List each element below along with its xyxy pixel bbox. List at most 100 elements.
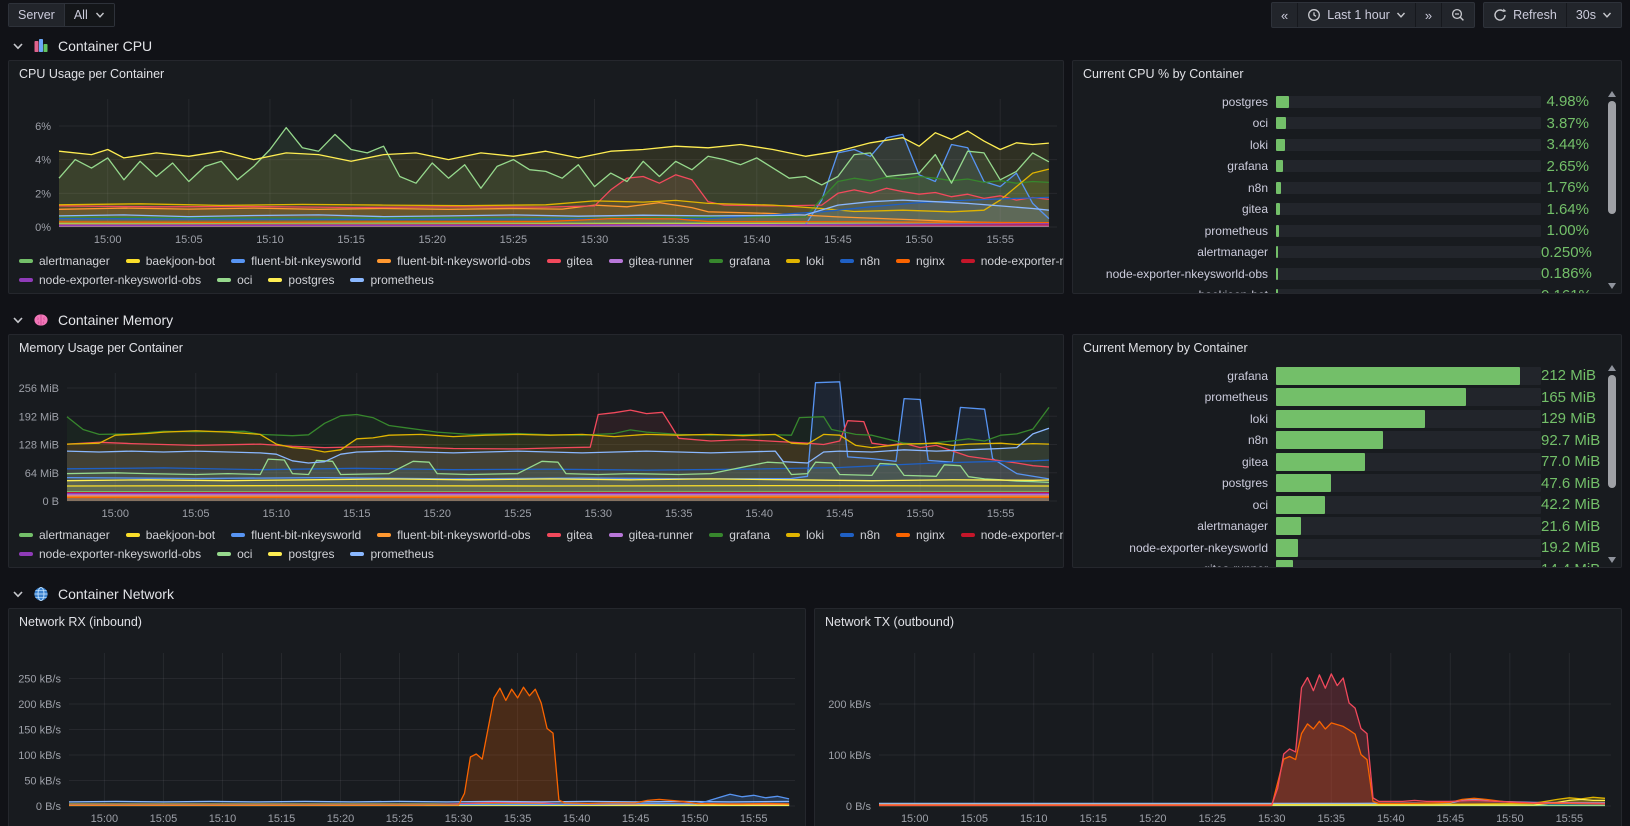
gauge-bar (1276, 160, 1283, 172)
panel-title-network-rx[interactable]: Network RX (inbound) (9, 609, 805, 635)
gauge-bar (1276, 289, 1278, 293)
panel-title-network-tx[interactable]: Network TX (outbound) (815, 609, 1621, 635)
gauge-value: 165 MiB (1541, 389, 1603, 406)
gauge-bar (1276, 117, 1286, 129)
legend-label: gitea (567, 528, 593, 542)
gauge-bar (1276, 367, 1520, 385)
legend-item-node-exporter-nkeysworld-obs[interactable]: node-exporter-nkeysworld-obs (19, 273, 201, 287)
legend-item-oci[interactable]: oci (217, 273, 252, 287)
legend-item-grafana[interactable]: grafana (709, 254, 770, 268)
x-tick-label: 15:05 (175, 234, 203, 246)
cpu-gauge-scrollbar[interactable] (1607, 91, 1617, 289)
legend-label: fluent-bit-nkeysworld-obs (397, 254, 530, 268)
scroll-down-arrow[interactable] (1608, 283, 1616, 289)
gauge-label: grafana (1083, 159, 1268, 173)
legend-item-nginx[interactable]: nginx (896, 528, 945, 542)
panel-title-cpu-usage[interactable]: CPU Usage per Container (9, 61, 1063, 87)
legend-label: node-exporter-nkeysworld (981, 528, 1064, 542)
scrollbar-thumb[interactable] (1608, 375, 1616, 488)
legend-item-postgres[interactable]: postgres (268, 547, 334, 561)
legend-item-loki[interactable]: loki (786, 254, 824, 268)
panel-title-cpu-gauge[interactable]: Current CPU % by Container (1073, 61, 1621, 87)
row-container-memory: Container Memory Memory Usage per Contai… (8, 308, 1622, 568)
legend-swatch (709, 533, 723, 537)
series-fill-nginx (69, 687, 789, 806)
legend-swatch (609, 259, 623, 263)
legend-item-n8n[interactable]: n8n (840, 254, 880, 268)
legend-item-baekjoon-bot[interactable]: baekjoon-bot (126, 254, 215, 268)
y-tick-label: 200 kB/s (18, 699, 61, 711)
x-tick-label: 15:50 (906, 508, 934, 520)
x-tick-label: 15:35 (662, 234, 690, 246)
x-tick-label: 15:15 (337, 234, 365, 246)
x-tick-label: 15:40 (745, 508, 773, 520)
x-tick-label: 15:35 (1318, 813, 1346, 825)
legend-item-node-exporter-nkeysworld[interactable]: node-exporter-nkeysworld (961, 254, 1064, 268)
row-header-container-memory[interactable]: Container Memory (8, 308, 1622, 332)
scroll-down-arrow[interactable] (1608, 557, 1616, 563)
legend-item-oci[interactable]: oci (217, 547, 252, 561)
legend-item-prometheus[interactable]: prometheus (350, 273, 433, 287)
legend-item-alertmanager[interactable]: alertmanager (19, 254, 110, 268)
legend-item-nginx[interactable]: nginx (896, 254, 945, 268)
legend-item-grafana[interactable]: grafana (709, 528, 770, 542)
gauge-label: node-exporter-nkeysworld-obs (1083, 267, 1268, 281)
legend-label: nginx (916, 254, 945, 268)
row-header-container-cpu[interactable]: Container CPU (8, 34, 1622, 58)
time-range-picker[interactable]: Last 1 hour (1297, 3, 1415, 27)
time-shift-back-button[interactable]: « (1272, 3, 1297, 27)
legend-item-fluent-bit-nkeysworld-obs[interactable]: fluent-bit-nkeysworld-obs (377, 254, 530, 268)
scroll-up-arrow[interactable] (1608, 91, 1616, 97)
legend-swatch (896, 259, 910, 263)
legend-item-fluent-bit-nkeysworld-obs[interactable]: fluent-bit-nkeysworld-obs (377, 528, 530, 542)
x-tick-label: 15:55 (987, 508, 1015, 520)
memory-gauge-scrollbar[interactable] (1607, 365, 1617, 563)
network-rx-chart[interactable]: 0 B/s50 kB/s100 kB/s150 kB/s200 kB/s250 … (9, 635, 805, 826)
refresh-interval-dropdown[interactable]: 30s (1566, 3, 1621, 27)
panel-title-memory-usage[interactable]: Memory Usage per Container (9, 335, 1063, 361)
gauge-track (1276, 496, 1541, 514)
legend-label: alertmanager (39, 254, 110, 268)
legend-swatch (786, 533, 800, 537)
gauge-row-loki: loki129 MiB (1083, 408, 1603, 430)
gauge-row-n8n: n8n92.7 MiB (1083, 430, 1603, 452)
gauge-bar (1276, 539, 1298, 557)
panel-title-memory-gauge[interactable]: Current Memory by Container (1073, 335, 1621, 361)
legend-item-node-exporter-nkeysworld[interactable]: node-exporter-nkeysworld (961, 528, 1064, 542)
legend-item-gitea-runner[interactable]: gitea-runner (609, 254, 694, 268)
legend-item-baekjoon-bot[interactable]: baekjoon-bot (126, 528, 215, 542)
series-fill-gitea (879, 674, 1605, 806)
legend-item-gitea[interactable]: gitea (547, 528, 593, 542)
legend-item-postgres[interactable]: postgres (268, 273, 334, 287)
legend-item-prometheus[interactable]: prometheus (350, 547, 433, 561)
scrollbar-thumb[interactable] (1608, 101, 1616, 214)
legend-item-loki[interactable]: loki (786, 528, 824, 542)
legend-swatch (268, 278, 282, 282)
variable-server-value-dropdown[interactable]: All (65, 4, 114, 26)
legend-item-fluent-bit-nkeysworld[interactable]: fluent-bit-nkeysworld (231, 528, 361, 542)
scroll-up-arrow[interactable] (1608, 365, 1616, 371)
zoom-out-button[interactable] (1441, 3, 1474, 27)
row-header-container-network[interactable]: Container Network (8, 582, 1622, 606)
refresh-button[interactable]: Refresh (1484, 3, 1566, 27)
legend-item-gitea[interactable]: gitea (547, 254, 593, 268)
legend-swatch (350, 552, 364, 556)
time-shift-forward-button[interactable]: » (1415, 3, 1441, 27)
legend-item-n8n[interactable]: n8n (840, 528, 880, 542)
legend-item-fluent-bit-nkeysworld[interactable]: fluent-bit-nkeysworld (231, 254, 361, 268)
cpu-usage-chart[interactable]: 0%2%4%6%15:0015:0515:1015:1515:2015:2515… (9, 87, 1063, 249)
gauge-value: 1.76% (1541, 179, 1603, 196)
legend-label: gitea-runner (629, 528, 694, 542)
legend-item-gitea-runner[interactable]: gitea-runner (609, 528, 694, 542)
network-tx-chart[interactable]: 0 B/s100 kB/s200 kB/s15:0015:0515:1015:1… (815, 635, 1621, 826)
gauge-value: 1.64% (1541, 201, 1603, 218)
legend-item-node-exporter-nkeysworld-obs[interactable]: node-exporter-nkeysworld-obs (19, 547, 201, 561)
variable-server-control[interactable]: Server All (8, 3, 115, 27)
memory-usage-chart[interactable]: 0 B64 MiB128 MiB192 MiB256 MiB15:0015:05… (9, 361, 1063, 523)
gauge-row-gitea: gitea77.0 MiB (1083, 451, 1603, 473)
x-tick-label: 15:55 (1556, 813, 1584, 825)
gauge-value: 212 MiB (1541, 367, 1603, 384)
legend-item-alertmanager[interactable]: alertmanager (19, 528, 110, 542)
legend-label: grafana (729, 254, 770, 268)
legend-label: postgres (288, 273, 334, 287)
